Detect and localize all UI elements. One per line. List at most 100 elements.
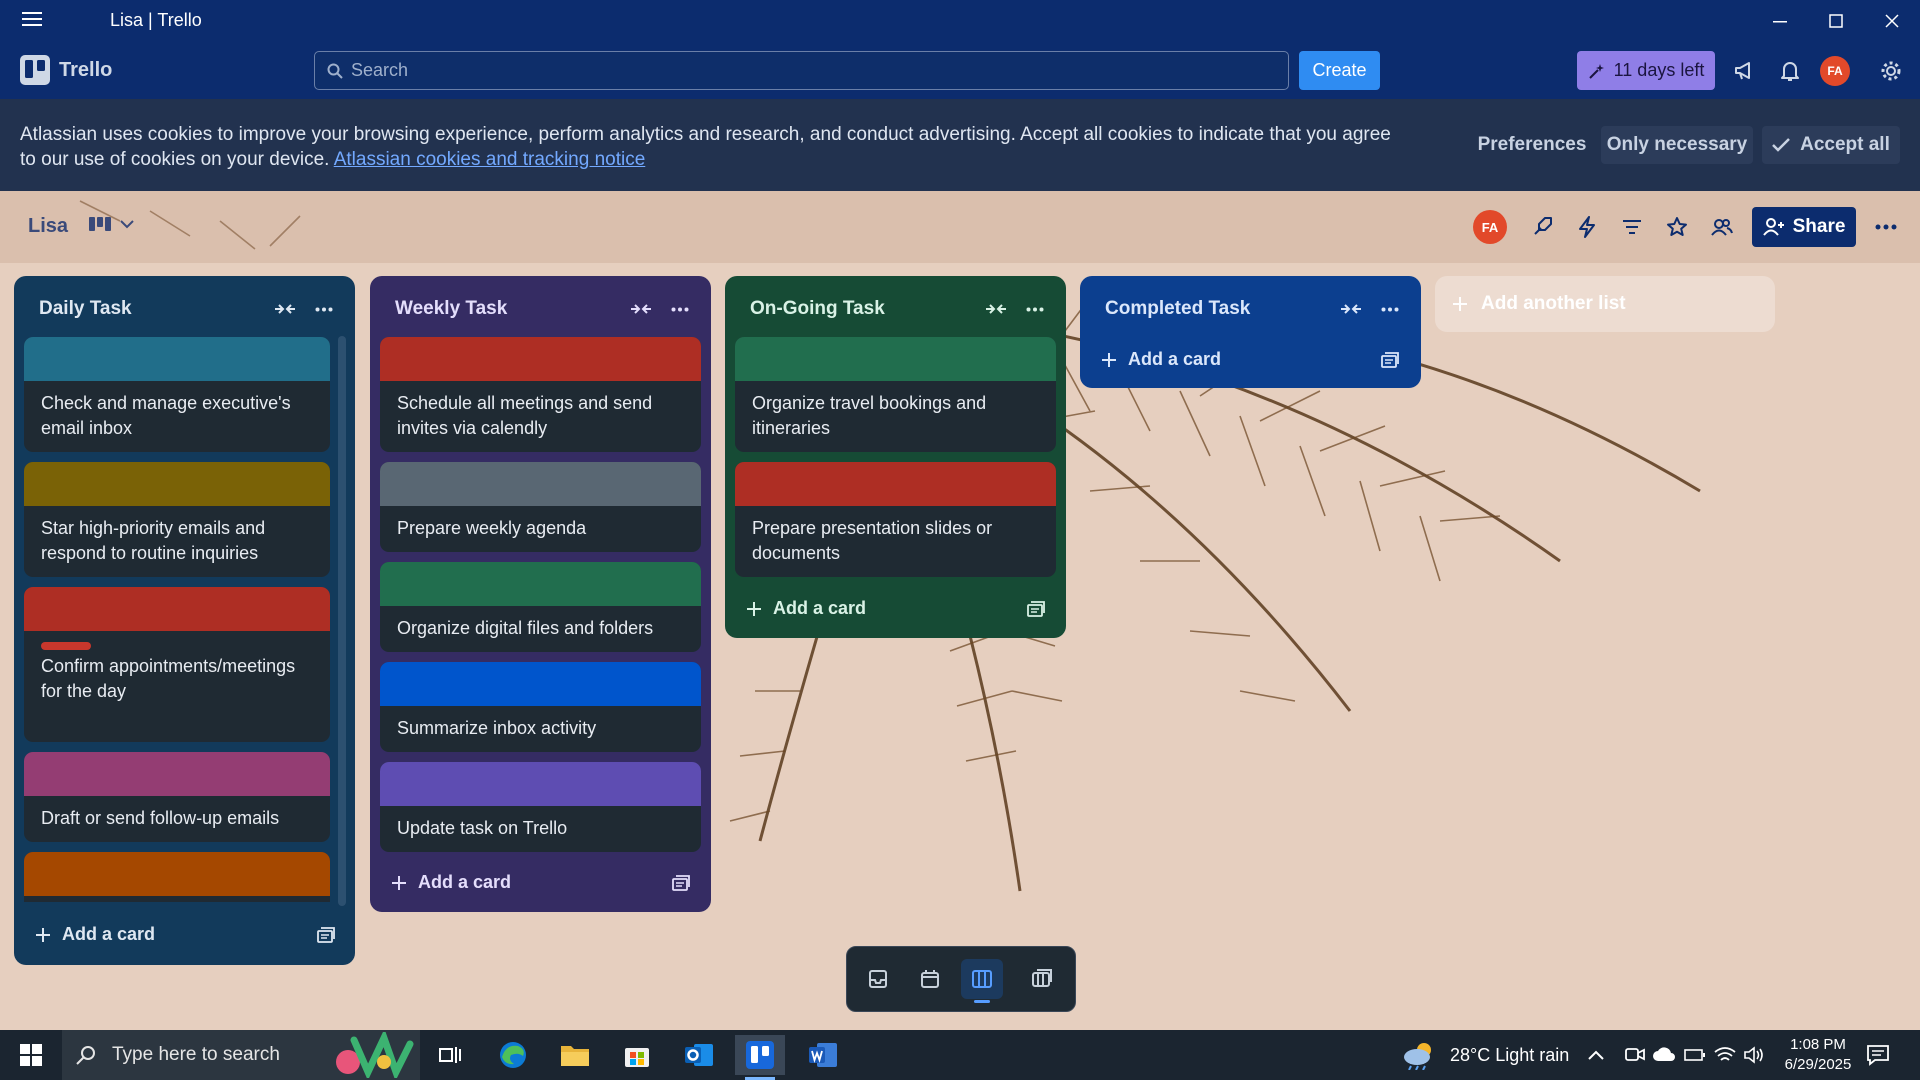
list-title[interactable]: Daily Task [39,298,132,320]
menu-icon[interactable] [22,11,58,31]
maximize-button[interactable] [1808,0,1864,41]
card-cover [24,337,330,381]
list-title[interactable]: Completed Task [1105,298,1250,320]
accept-all-button[interactable]: Accept all [1762,126,1900,164]
plus-icon [36,927,50,942]
card[interactable]: Prepare presentation slides or documents [735,462,1056,577]
windows-taskbar: Type here to search 28°C Light rain 1:08… [0,1030,1920,1080]
list-title[interactable]: On-Going Task [750,298,885,320]
card[interactable]: Schedule all meetings and send invites v… [380,337,701,452]
card-title: Check and manage executive's email inbox [41,393,291,438]
weather-rain-icon [1404,1043,1431,1070]
trello-logo[interactable]: Trello [20,55,112,85]
card[interactable]: Update task on Trello [380,762,701,852]
collapse-list-icon[interactable] [270,296,300,322]
board-view-switcher[interactable] [88,215,134,233]
card[interactable]: Star high-priority emails and respond to… [24,462,330,577]
word-icon[interactable] [798,1035,848,1075]
add-card-button[interactable]: Add a card [1102,349,1221,370]
star-icon[interactable] [1657,207,1697,247]
card-template-icon[interactable] [1026,600,1046,620]
card[interactable]: Organize travel bookings and itineraries [735,337,1056,452]
file-explorer-icon[interactable] [550,1035,600,1075]
settings-gear-icon[interactable] [1873,53,1909,89]
battery-icon[interactable] [1684,1030,1706,1080]
add-card-button[interactable]: Add a card [747,598,866,619]
card[interactable]: Draft or send follow-up emails [24,752,330,842]
card-template-icon[interactable] [316,926,336,946]
more-options-icon[interactable] [1866,207,1906,247]
view-switcher-bar [846,946,1076,1012]
volume-icon[interactable] [1743,1030,1765,1080]
filter-icon[interactable] [1612,207,1652,247]
collapse-list-icon[interactable] [1336,296,1366,322]
onedrive-sync-icon[interactable] [1652,1030,1676,1080]
share-button[interactable]: Share [1752,207,1856,247]
trello-taskbar-icon[interactable] [735,1035,785,1080]
add-card-button[interactable]: Add a card [36,924,155,945]
only-necessary-button[interactable]: Only necessary [1601,126,1753,164]
board-view-icon[interactable] [961,959,1003,1003]
collapse-list-icon[interactable] [981,296,1011,322]
preferences-button[interactable]: Preferences [1474,126,1590,164]
card-cover [24,752,330,796]
inbox-view-icon[interactable] [857,959,899,999]
list-actions-icon[interactable] [1020,296,1050,322]
taskbar-search-input[interactable]: Type here to search [62,1030,420,1080]
windows-start-icon[interactable] [6,1035,56,1075]
microsoft-store-icon[interactable] [612,1035,662,1075]
megaphone-icon[interactable] [1727,53,1763,89]
add-card-label: Add a card [62,924,156,944]
add-card-button[interactable]: Add a card [392,872,511,893]
minimize-button[interactable] [1752,0,1808,41]
wifi-icon[interactable] [1714,1030,1736,1080]
show-hidden-icons-chevron-icon[interactable] [1588,1030,1604,1080]
power-ups-icon[interactable] [1522,207,1562,247]
card-title: Confirm appointments/meetings for the da… [41,656,296,701]
card[interactable]: Check and manage executive's email inbox [24,337,330,452]
card-template-icon[interactable] [1380,351,1400,371]
list-scrollbar[interactable] [338,336,346,906]
list-title[interactable]: Weekly Task [395,298,507,320]
weather-widget[interactable]: 28°C Light rain [1402,1030,1569,1080]
list-on-going-task: On-Going Task Organize travel bookings a… [725,276,1066,638]
card[interactable]: Prepare weekly agenda [380,462,701,552]
list-actions-icon[interactable] [665,296,695,322]
calendar-view-icon[interactable] [909,959,951,999]
notification-center-icon[interactable] [1866,1030,1890,1080]
list-actions-icon[interactable] [1375,296,1405,322]
collapse-list-icon[interactable] [626,296,656,322]
outlook-icon[interactable] [674,1035,724,1075]
edge-browser-icon[interactable] [488,1035,538,1075]
task-view-icon[interactable] [425,1035,475,1075]
trial-days-button[interactable]: 11 days left [1577,51,1715,90]
card-template-icon[interactable] [671,874,691,894]
workspace-visibility-icon[interactable] [1702,207,1742,247]
system-clock[interactable]: 1:08 PM 6/29/2025 [1768,1035,1868,1075]
switch-boards-icon[interactable] [1021,959,1063,999]
card[interactable]: Confirm appointments/meetings for the da… [24,587,330,742]
card-cover [24,852,330,896]
active-view-indicator [974,1000,990,1003]
board-name[interactable]: Lisa [28,215,68,238]
search-input[interactable]: Search [314,51,1289,90]
card-title: Organize travel bookings and itineraries [752,393,987,438]
board-member-avatar[interactable]: FA [1470,207,1510,247]
add-another-list-button[interactable]: Add another list [1435,276,1775,332]
cookie-text: Atlassian uses cookies to improve your b… [20,122,1400,172]
app-name: Trello [59,58,113,81]
meet-now-icon[interactable] [1625,1030,1645,1080]
weather-text: 28°C Light rain [1450,1044,1570,1065]
user-avatar[interactable]: FA [1817,53,1853,89]
card-label-red[interactable] [41,642,91,650]
create-button[interactable]: Create [1299,51,1380,90]
add-card-label: Add a card [773,598,867,618]
list-actions-icon[interactable] [309,296,339,322]
automation-lightning-icon[interactable] [1567,207,1607,247]
cookie-notice-link[interactable]: Atlassian cookies and tracking notice [334,149,646,170]
card[interactable]: Summarize inbox activity [380,662,701,752]
card[interactable]: Organize digital files and folders [380,562,701,652]
card[interactable] [24,852,330,902]
close-button[interactable] [1864,0,1920,41]
notifications-bell-icon[interactable] [1772,53,1808,89]
